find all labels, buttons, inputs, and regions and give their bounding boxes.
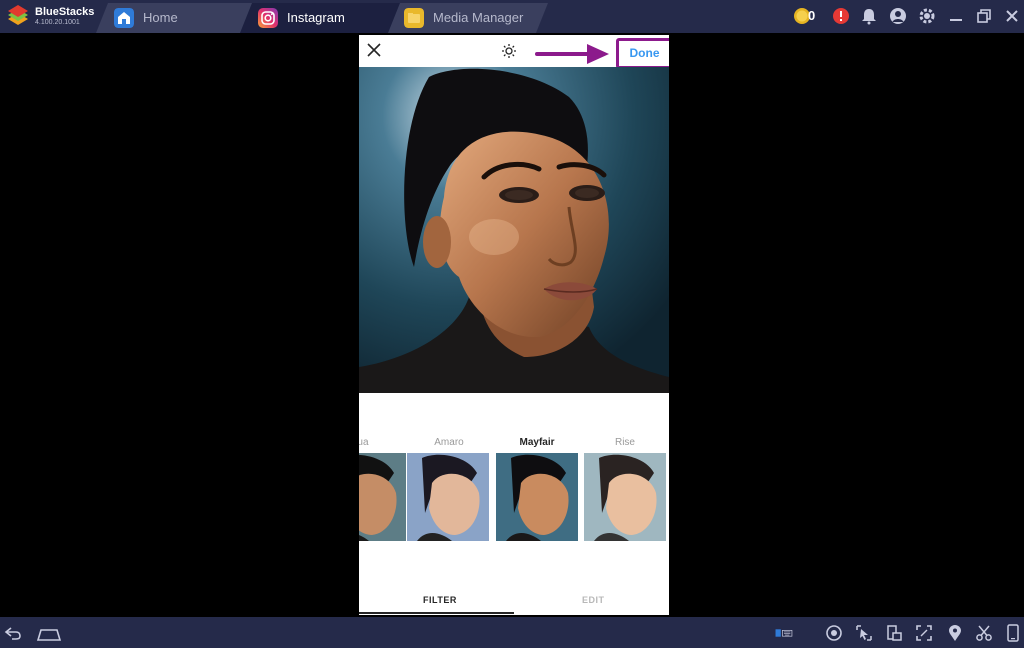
tab-label: Instagram xyxy=(287,10,345,25)
filter-name: Rise xyxy=(614,437,635,448)
tab-edit[interactable]: EDIT xyxy=(582,595,605,605)
close-icon[interactable] xyxy=(366,42,382,58)
folder-icon xyxy=(404,8,424,28)
close-icon[interactable] xyxy=(1003,7,1021,25)
scissors-icon[interactable] xyxy=(975,624,993,642)
tab-label: Media Manager xyxy=(433,10,524,25)
brightness-icon[interactable] xyxy=(501,43,517,59)
main-photo xyxy=(359,67,669,393)
filter-names: petua Amaro Mayfair Rise xyxy=(359,437,669,451)
filter-thumbnail[interactable] xyxy=(407,453,489,541)
coin-count: 0 xyxy=(808,8,816,23)
restore-icon[interactable] xyxy=(975,7,993,25)
camera-icon[interactable] xyxy=(825,624,843,642)
done-button[interactable]: Done xyxy=(616,38,669,69)
filter-thumbnail[interactable] xyxy=(359,453,406,541)
tab-media-manager[interactable]: Media Manager xyxy=(386,3,548,33)
phone-icon[interactable] xyxy=(1004,624,1022,642)
back-icon[interactable] xyxy=(4,624,22,642)
filter-thumbnail-selected[interactable] xyxy=(496,453,578,541)
minimize-icon[interactable] xyxy=(947,7,965,25)
brand-version: 4.100.20.1001 xyxy=(35,19,80,26)
filter-name: Amaro xyxy=(434,437,464,448)
home-icon[interactable] xyxy=(36,624,62,642)
tab-label: Home xyxy=(143,10,178,25)
location-icon[interactable] xyxy=(946,624,964,642)
tab-home[interactable]: Home xyxy=(96,3,254,33)
filter-name: petua xyxy=(359,437,369,448)
home-icon xyxy=(114,8,134,28)
bluestacks-brand: BlueStacks 4.100.20.1001 xyxy=(4,3,100,31)
annotation-arrow-icon xyxy=(535,44,609,64)
active-tab-indicator xyxy=(359,612,514,614)
bell-icon[interactable] xyxy=(860,7,878,25)
rotate-icon[interactable] xyxy=(885,624,903,642)
bottom-bar xyxy=(0,617,1024,648)
keyboard-icon[interactable] xyxy=(775,624,793,642)
filter-thumbnail[interactable] xyxy=(584,453,666,541)
profile-icon[interactable] xyxy=(889,7,907,25)
title-bar: BlueStacks 4.100.20.1001 Home Media Mana… xyxy=(0,0,1024,33)
alert-icon[interactable] xyxy=(832,7,850,25)
bottom-tabs: FILTER EDIT xyxy=(359,583,669,615)
filter-name-selected: Mayfair xyxy=(519,437,555,448)
instagram-filter-screen: Done ua Amaro Mayfair Rise FILTER EDIT xyxy=(359,35,669,615)
instagram-icon xyxy=(258,8,278,28)
brand-name: BlueStacks xyxy=(35,6,95,18)
fullscreen-icon[interactable] xyxy=(915,624,933,642)
gear-icon[interactable] xyxy=(918,7,936,25)
bluestacks-logo-icon xyxy=(8,5,28,25)
tab-instagram[interactable]: Instagram xyxy=(240,3,400,33)
cursor-icon[interactable] xyxy=(855,624,873,642)
tab-filter[interactable]: FILTER xyxy=(423,595,457,605)
